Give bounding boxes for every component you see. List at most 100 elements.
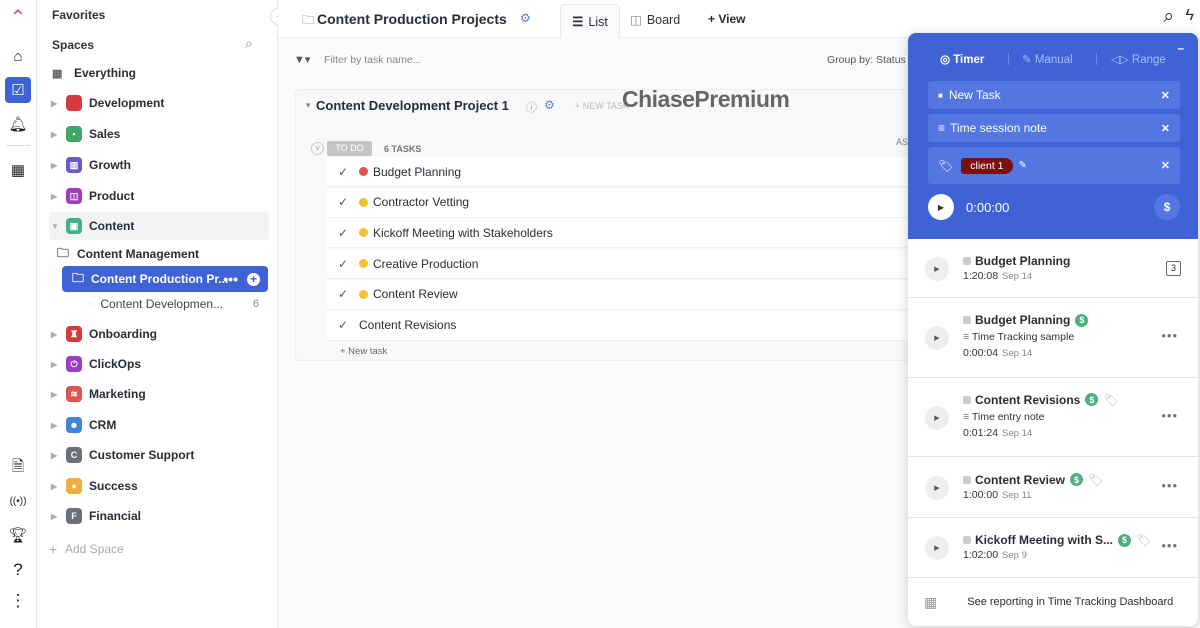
- apps-icon[interactable]: ▦: [5, 157, 31, 183]
- reporting-link[interactable]: ▦ See reporting in Time Tracking Dashboar…: [908, 578, 1198, 626]
- caret-right-icon[interactable]: ▶: [49, 99, 64, 108]
- sidebar-item-everything[interactable]: ▦ Everything: [49, 59, 269, 87]
- clear-icon[interactable]: ✕: [1161, 159, 1170, 172]
- caret-right-icon[interactable]: ▶: [49, 192, 64, 201]
- caret-right-icon[interactable]: ▶: [49, 390, 64, 399]
- tag-icon[interactable]: 🏷︎: [1088, 473, 1103, 487]
- time-entry[interactable]: ▶ Budget Planning 1:20:08 Sep 14 3: [908, 239, 1198, 298]
- trophy-icon[interactable]: 🏆︎: [5, 522, 31, 548]
- task-row[interactable]: ✓ Content Revisions: [327, 310, 927, 341]
- pencil-icon[interactable]: ✎: [1019, 160, 1027, 171]
- lightning-icon[interactable]: ϟ: [1186, 7, 1194, 25]
- caret-right-icon[interactable]: ▶: [49, 421, 64, 430]
- sidebar-space-item[interactable]: ▶ ≋ Marketing: [49, 380, 269, 408]
- tab-board[interactable]: ◫ Board: [630, 12, 680, 27]
- sidebar-space-item[interactable]: ▶ ● Success: [49, 472, 269, 500]
- task-name[interactable]: Contractor Vetting: [373, 195, 469, 209]
- add-icon[interactable]: +: [247, 272, 260, 286]
- task-name[interactable]: Content Review: [373, 287, 458, 301]
- task-row[interactable]: ✓ Contractor Vetting: [327, 187, 927, 218]
- time-entry[interactable]: ▶ Budget Planning $ ≡ Time Tracking sampl…: [908, 298, 1198, 378]
- sidebar-space-item[interactable]: ▶ ♜ Onboarding: [49, 320, 269, 348]
- check-icon[interactable]: ✓: [327, 226, 359, 240]
- add-view-button[interactable]: + View: [708, 12, 745, 26]
- play-button[interactable]: ▶: [925, 326, 949, 350]
- new-task-button[interactable]: + New task: [340, 346, 387, 357]
- clear-icon[interactable]: ✕: [1161, 122, 1170, 135]
- more-icon[interactable]: •••: [223, 271, 238, 287]
- caret-right-icon[interactable]: ▶: [49, 512, 64, 521]
- tags-field[interactable]: 🏷︎ client 1 ✎ ✕: [928, 147, 1180, 184]
- new-task-header-button[interactable]: + NEW TASK: [575, 101, 629, 111]
- sidebar-space-item[interactable]: ▶ C Customer Support: [49, 441, 269, 469]
- favorites-heading[interactable]: Favorites: [52, 8, 105, 22]
- time-entry[interactable]: ▶ Content Revisions $ 🏷︎ ≡ Time entry note…: [908, 378, 1198, 457]
- caret-down-icon[interactable]: ▼: [49, 222, 64, 231]
- check-icon[interactable]: ✓: [327, 165, 359, 179]
- sidebar-item-content-management[interactable]: 🗀 Content Management: [57, 240, 269, 268]
- home-icon[interactable]: ⌂: [5, 43, 31, 69]
- clickup-logo[interactable]: ⌃: [5, 4, 31, 30]
- sidebar-space-item[interactable]: ▶ ⏻ ClickOps: [49, 350, 269, 378]
- sidebar-item-content-development[interactable]: ◌ Content Developmen... 6: [87, 290, 267, 318]
- task-name[interactable]: Budget Planning: [373, 165, 461, 179]
- info-icon[interactable]: ⓘ: [526, 99, 537, 115]
- filter-icon[interactable]: ▼▾: [294, 53, 310, 66]
- check-icon[interactable]: ✓: [327, 257, 359, 271]
- collapse-status-icon[interactable]: ˅: [311, 142, 324, 155]
- time-entry[interactable]: ▶ Kickoff Meeting with S... $ 🏷︎ 1:02:00 Se…: [908, 518, 1198, 578]
- caret-right-icon[interactable]: ▶: [49, 330, 64, 339]
- start-timer-button[interactable]: ▶: [928, 194, 954, 220]
- add-space-button[interactable]: + Add Space: [49, 535, 269, 563]
- tab-range[interactable]: ◁▷ Range: [1111, 52, 1166, 66]
- more-icon[interactable]: •••: [1161, 538, 1178, 553]
- sidebar-space-item[interactable]: ▶ ▥ Growth: [49, 151, 269, 179]
- more-icon[interactable]: ⋮: [5, 588, 31, 614]
- sidebar-item-content-production[interactable]: 🗀 Content Production Pr... ••• +: [62, 266, 268, 292]
- doc-icon[interactable]: 🗎: [5, 455, 31, 481]
- tab-list[interactable]: ☰ List: [560, 4, 620, 38]
- bell-icon[interactable]: 🔔︎: [5, 111, 31, 137]
- billable-toggle[interactable]: $: [1154, 194, 1180, 220]
- tasks-icon[interactable]: ☑: [5, 77, 31, 103]
- task-row[interactable]: ✓ Creative Production: [327, 249, 927, 280]
- caret-right-icon[interactable]: ▶: [49, 161, 64, 170]
- check-icon[interactable]: ✓: [327, 287, 359, 301]
- sidebar-space-item[interactable]: ▶ ▪ Sales: [49, 120, 269, 148]
- check-icon[interactable]: ✓: [327, 195, 359, 209]
- caret-right-icon[interactable]: ▶: [49, 130, 64, 139]
- tag-icon[interactable]: 🏷︎: [1136, 533, 1151, 547]
- automation-icon[interactable]: ⚙: [520, 11, 531, 25]
- task-row[interactable]: ✓ Content Review: [327, 279, 927, 310]
- check-icon[interactable]: ✓: [327, 318, 359, 332]
- clear-icon[interactable]: ✕: [1161, 89, 1170, 102]
- tag-icon[interactable]: 🏷︎: [1103, 393, 1118, 407]
- play-button[interactable]: ▶: [925, 475, 949, 500]
- task-name[interactable]: Creative Production: [373, 257, 478, 271]
- broadcast-icon[interactable]: ((•)): [5, 488, 31, 514]
- sidebar-space-item[interactable]: ▶ Development: [49, 89, 269, 117]
- caret-right-icon[interactable]: ▶: [49, 451, 64, 460]
- time-entry[interactable]: ▶ Content Review $ 🏷︎ 1:00:00 Sep 11 •••: [908, 457, 1198, 518]
- sidebar-space-item[interactable]: ▼ ▣ Content: [49, 212, 269, 240]
- more-icon[interactable]: •••: [1161, 478, 1178, 493]
- minimize-button[interactable]: –: [1177, 41, 1184, 55]
- task-field[interactable]: ■ New Task ✕: [928, 81, 1180, 109]
- search-icon[interactable]: ⌕: [1163, 6, 1174, 28]
- sidebar-space-item[interactable]: ▶ F Financial: [49, 502, 269, 530]
- task-row[interactable]: ✓ Budget Planning: [327, 157, 927, 187]
- more-icon[interactable]: •••: [1161, 328, 1178, 343]
- note-field[interactable]: ≡ Time session note ✕: [928, 114, 1180, 142]
- task-row[interactable]: ✓ Kickoff Meeting with Stakeholders: [327, 218, 927, 249]
- filter-input[interactable]: Filter by task name...: [324, 54, 421, 66]
- task-name[interactable]: Kickoff Meeting with Stakeholders: [373, 226, 553, 240]
- play-button[interactable]: ▶: [925, 256, 949, 281]
- sidebar-space-item[interactable]: ▶ ☻ CRM: [49, 411, 269, 439]
- caret-right-icon[interactable]: ▶: [49, 360, 64, 369]
- automation-icon[interactable]: ⚙: [544, 98, 555, 112]
- caret-right-icon[interactable]: ▶: [49, 482, 64, 491]
- tab-manual[interactable]: ✎ Manual: [1022, 52, 1073, 66]
- play-button[interactable]: ▶: [925, 405, 949, 430]
- tab-timer[interactable]: ◎ Timer: [940, 52, 984, 66]
- search-spaces-icon[interactable]: ⌕: [245, 35, 253, 52]
